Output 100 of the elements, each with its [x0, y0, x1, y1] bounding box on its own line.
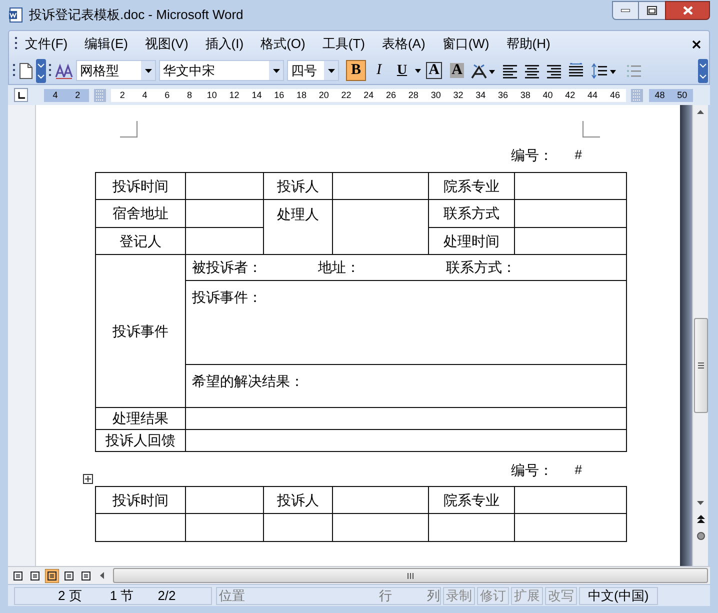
close-icon[interactable] [692, 40, 701, 49]
field-label: 被投诉者： [192, 258, 263, 277]
ruler-number: 16 [268, 88, 290, 102]
number-label: 编号： [510, 460, 553, 480]
minimize-button[interactable] [612, 1, 639, 20]
ruler-number: 22 [335, 88, 358, 102]
vertical-scrollbar[interactable] [692, 105, 708, 566]
ruler-number: 2 [66, 88, 89, 102]
tab-selector-button[interactable] [14, 88, 28, 102]
table-cell: 希望的解决结果： [186, 364, 626, 408]
line-spacing-icon[interactable] [591, 62, 617, 78]
language-indicator[interactable]: 中文(中国) [579, 586, 658, 604]
caret-icon[interactable] [415, 68, 421, 72]
ruler-number: 28 [402, 88, 425, 102]
minimize-icon [621, 9, 630, 12]
status-text: 1 节 [110, 586, 134, 605]
menu-item[interactable]: 表格(A) [382, 34, 426, 54]
outline-view-icon[interactable] [62, 568, 76, 582]
distributed-align-icon[interactable] [568, 62, 584, 78]
table-cell: 院系专业 [428, 486, 514, 514]
menu-item[interactable]: 窗口(W) [442, 34, 490, 54]
margin-marker-icon[interactable] [631, 88, 644, 102]
table-move-handle-icon[interactable] [83, 474, 93, 484]
grip-icon [698, 362, 704, 369]
ruler-number: 26 [380, 88, 402, 102]
ruler-number: 4 [44, 88, 66, 102]
web-view-icon[interactable] [28, 568, 42, 582]
corner-mark-icon [120, 121, 138, 138]
menu-item[interactable]: 视图(V) [144, 34, 188, 54]
table-cell: 投诉时间 [96, 172, 186, 200]
reading-view-icon[interactable] [79, 568, 93, 582]
font-size-dropdown[interactable]: 四号 [287, 60, 339, 81]
scrollbar-thumb[interactable] [694, 318, 708, 413]
align-left-icon[interactable] [502, 62, 518, 78]
ruler-number: 14 [246, 88, 268, 102]
table-cell: 宿舍地址 [96, 200, 186, 228]
ruler-number: 40 [536, 88, 559, 102]
table-cell: 联系方式 [428, 200, 514, 228]
ruler-number: 2 [111, 88, 134, 102]
menu-item[interactable]: 文件(F) [25, 34, 68, 54]
status-text: 行 [379, 586, 392, 605]
maximize-button[interactable] [639, 1, 665, 20]
table-cell: 院系专业 [428, 172, 514, 200]
scroll-down-icon[interactable] [697, 501, 704, 505]
format-button[interactable]: A [447, 60, 467, 81]
style-dropdown[interactable]: 网格型 [76, 60, 156, 81]
format-button[interactable]: A [424, 60, 444, 81]
previous-page-icon[interactable] [696, 515, 704, 523]
ruler-number: 34 [469, 88, 492, 102]
caret-icon [144, 68, 152, 72]
text-effects-icon[interactable] [470, 62, 496, 78]
scrollbar-thumb[interactable] [113, 568, 708, 583]
status-text: 2 页 [58, 586, 82, 605]
ruler-number: 8 [178, 88, 201, 102]
table-cell: 处理时间 [428, 228, 514, 254]
margin-marker-icon[interactable] [94, 88, 106, 102]
print-view-icon[interactable] [45, 568, 59, 582]
align-center-icon[interactable] [524, 62, 540, 78]
ruler-number: 4 [134, 88, 156, 102]
menu-item[interactable]: 编辑(E) [84, 34, 128, 54]
close-button[interactable] [665, 1, 710, 20]
close-icon [682, 6, 692, 15]
styles-icon[interactable] [55, 62, 73, 78]
scroll-left-icon[interactable] [100, 572, 104, 579]
normal-view-icon[interactable] [11, 568, 25, 582]
table-cell: 投诉人回馈 [96, 430, 186, 452]
menu-item[interactable]: 工具(T) [322, 34, 365, 54]
ruler-number: 36 [492, 88, 514, 102]
window-title: 投诉登记表模板.doc - Microsoft Word [29, 6, 244, 24]
status-text: 列 [427, 586, 440, 605]
number-value: # [574, 146, 582, 164]
left-tab-icon [18, 92, 24, 98]
menu-item[interactable]: 插入(I) [205, 34, 244, 54]
toolbar-options-icon[interactable] [36, 58, 46, 82]
browse-object-icon[interactable] [696, 532, 704, 540]
numbering-icon[interactable] [626, 62, 642, 78]
number-label: 编号： [510, 146, 553, 164]
field-label: 地址： [318, 258, 361, 277]
document-icon [8, 7, 24, 23]
table-cell: 投诉人 [264, 172, 332, 200]
font-dropdown[interactable]: 华文中宋 [159, 60, 284, 81]
number-value: # [574, 461, 582, 480]
caret-icon [328, 68, 334, 72]
new-document-icon[interactable] [19, 62, 33, 78]
menu-item[interactable]: 帮助(H) [506, 34, 550, 54]
grip-icon [407, 572, 414, 578]
format-button[interactable]: B [346, 60, 366, 81]
field-label: 联系方式： [446, 258, 516, 277]
ruler-number: 12 [223, 88, 246, 102]
scroll-up-icon[interactable] [697, 110, 704, 114]
grip-icon [15, 36, 18, 52]
toolbar-options-icon[interactable] [698, 58, 708, 82]
status-text: 2/2 [158, 586, 176, 605]
ruler-number: 18 [290, 88, 313, 102]
ruler-number: 30 [424, 88, 448, 102]
format-button[interactable]: U [392, 60, 412, 81]
menu-item[interactable]: 格式(O) [260, 34, 306, 54]
grip-icon [13, 62, 16, 78]
align-right-icon[interactable] [546, 62, 562, 78]
format-button[interactable]: I [369, 60, 389, 81]
